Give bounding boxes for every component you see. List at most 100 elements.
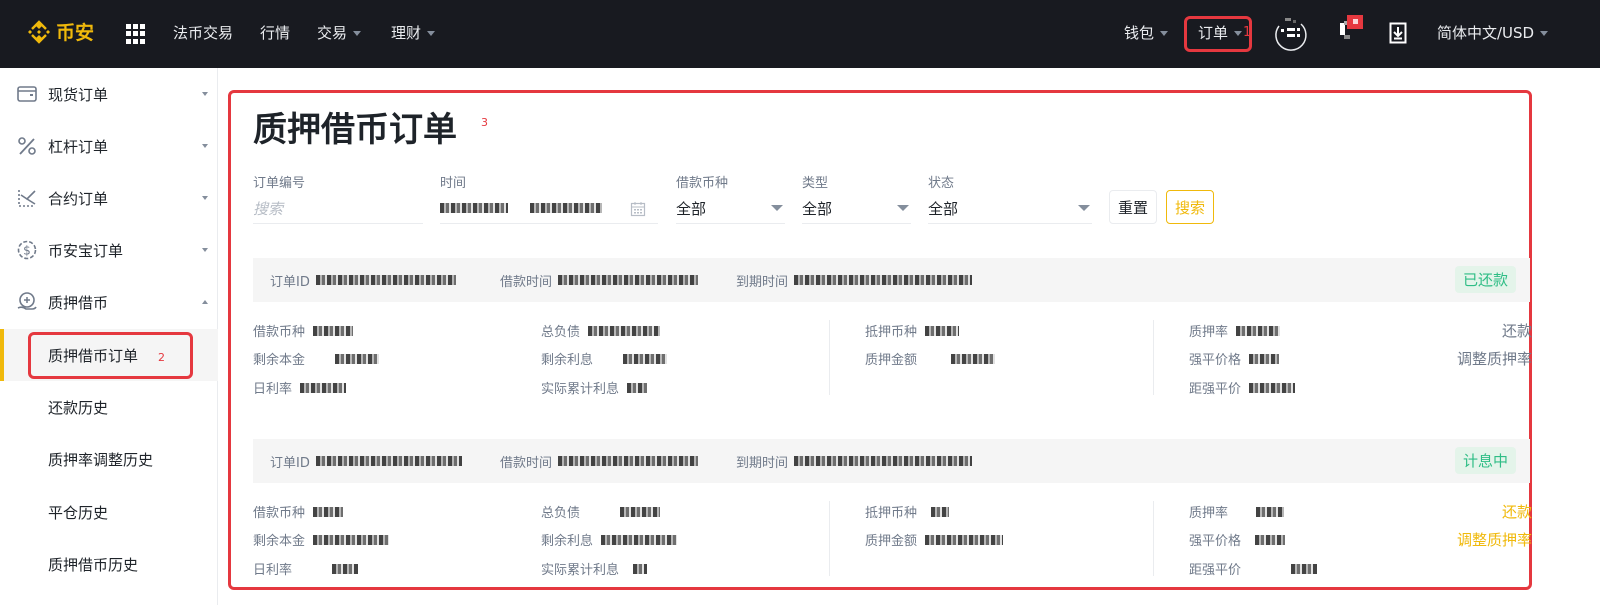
to-liquidation-field: 距强平价 (1189, 378, 1296, 397)
status-select[interactable]: 全部 (928, 193, 1092, 224)
nav-markets[interactable]: 行情 (260, 22, 290, 43)
collateral-amount-field: 质押金额 (865, 349, 996, 368)
accrued-interest-field: 实际累计利息 (541, 378, 648, 397)
status-badge: 计息中 (1454, 447, 1516, 474)
nav-trade[interactable]: 交易 (317, 22, 362, 43)
percent-icon (16, 135, 38, 157)
reset-button[interactable]: 重置 (1109, 190, 1157, 224)
column-divider (1153, 320, 1154, 395)
column-divider (829, 501, 830, 576)
collateral-amount-field: 质押金额 (865, 530, 1004, 549)
sidebar-item-savings-orders[interactable]: $ 币安宝订单 (0, 224, 218, 276)
language-currency-selector[interactable]: 简体中文/USD (1437, 22, 1549, 43)
calendar-icon[interactable] (630, 201, 646, 221)
sidebar-item-spot-orders[interactable]: 现货订单 (0, 68, 218, 120)
loan-orders-highlight-box (28, 332, 193, 379)
ltv-field: 质押率 (1189, 502, 1285, 521)
sidebar-item-label: 现货订单 (48, 85, 109, 104)
order-id-field: 订单ID (270, 271, 456, 290)
nav-finance[interactable]: 理财 (391, 22, 436, 43)
search-label: 搜索 (1174, 198, 1205, 217)
nav-label: 简体中文/USD (1437, 24, 1535, 42)
svg-text:$: $ (23, 244, 31, 258)
adjust-ltv-link[interactable]: 调整质押率 (1457, 529, 1532, 550)
end-date-value (530, 203, 602, 213)
nav-label: 理财 (391, 24, 422, 42)
loan-coin-field: 借款币种 (253, 321, 354, 340)
apps-grid-icon[interactable] (126, 24, 146, 44)
caret-down-icon (897, 205, 909, 211)
sidebar-item-label: 平仓历史 (48, 503, 109, 522)
download-icon[interactable] (1389, 22, 1407, 44)
caret-down-icon (1234, 31, 1243, 36)
nav-orders[interactable]: 订单 1 (1198, 22, 1251, 43)
loan-icon (16, 291, 38, 313)
adjust-ltv-link[interactable]: 调整质押率 (1457, 348, 1532, 369)
caret-down-icon (1160, 31, 1169, 36)
top-navbar: 币安 法币交易 行情 交易 理财 钱包 订单 1 简体中文/USD (0, 0, 1600, 68)
sidebar-item-repay-history[interactable]: 还款历史 (0, 381, 218, 433)
logo-text: 币安 (56, 22, 95, 44)
sidebar-item-ltv-history[interactable]: 质押率调整历史 (0, 433, 218, 485)
page-title: 质押借币订单 (253, 110, 457, 150)
sidebar-item-label: 质押借币历史 (48, 555, 139, 574)
type-value: 全部 (802, 199, 833, 218)
loan-coin-label: 借款币种 (676, 176, 729, 191)
caret-down-icon (202, 144, 208, 148)
binance-logo[interactable]: 币安 (26, 18, 94, 45)
liquidation-price-field: 强平价格 (1189, 349, 1280, 368)
remaining-principal-field: 剩余本金 (253, 530, 390, 549)
sidebar-item-margin-orders[interactable]: 杠杆订单 (0, 120, 218, 172)
sidebar-item-crypto-loans[interactable]: 质押借币 (0, 276, 218, 328)
nav-label: 钱包 (1124, 24, 1155, 42)
caret-down-icon (771, 205, 783, 211)
expire-time-field: 到期时间 (736, 271, 973, 290)
search-button[interactable]: 搜索 (1166, 190, 1214, 224)
remaining-principal-field: 剩余本金 (253, 349, 380, 368)
order-no-placeholder: 搜索 (253, 199, 284, 218)
sidebar: 现货订单 杠杆订单 合约订单 $ 币安宝订单 质押借币 质押借币订单 2 还款历… (0, 68, 218, 605)
caret-down-icon (353, 31, 362, 36)
borrow-time-field: 借款时间 (500, 271, 699, 290)
loan-coin-value: 全部 (676, 199, 707, 218)
caret-down-icon (202, 92, 208, 96)
loan-coin-field: 借款币种 (253, 502, 344, 521)
sidebar-item-loan-history[interactable]: 质押借币历史 (0, 538, 218, 590)
order-card-header: 订单ID 借款时间 到期时间 计息中 (253, 439, 1530, 483)
user-avatar-icon[interactable] (1271, 14, 1309, 52)
daily-rate-field: 日利率 (253, 559, 359, 578)
sidebar-item-label: 质押借币 (48, 293, 109, 312)
sidebar-item-label: 杠杆订单 (48, 137, 109, 156)
time-range-input[interactable] (440, 193, 658, 224)
type-select[interactable]: 全部 (802, 193, 911, 224)
nav-fiat-trade[interactable]: 法币交易 (173, 22, 233, 43)
nav-label: 法币交易 (173, 24, 234, 42)
sidebar-item-label: 还款历史 (48, 398, 109, 417)
binance-logo-icon (28, 19, 50, 44)
dollar-coin-icon: $ (16, 239, 38, 261)
nav-label: 行情 (260, 24, 291, 42)
caret-down-icon (202, 248, 208, 252)
repay-link[interactable]: 还款 (1502, 320, 1532, 341)
repay-link[interactable]: 还款 (1502, 501, 1532, 522)
notification-icon[interactable] (1336, 13, 1366, 45)
nav-label: 订单 (1198, 24, 1229, 42)
caret-down-icon (1078, 205, 1090, 211)
order-no-search-input[interactable]: 搜索 (253, 193, 423, 224)
caret-down-icon (1540, 31, 1549, 36)
sidebar-item-label: 质押率调整历史 (48, 450, 154, 469)
nav-wallet[interactable]: 钱包 (1124, 22, 1169, 43)
status-label: 状态 (928, 176, 955, 191)
annotation-mark: 1 (1243, 25, 1252, 40)
remaining-interest-field: 剩余利息 (541, 349, 668, 368)
sidebar-item-liquidation-history[interactable]: 平仓历史 (0, 486, 218, 538)
remaining-interest-field: 剩余利息 (541, 530, 678, 549)
sidebar-item-label: 币安宝订单 (48, 241, 124, 260)
column-divider (829, 320, 830, 395)
loan-coin-select[interactable]: 全部 (676, 193, 785, 224)
sidebar-item-futures-orders[interactable]: 合约订单 (0, 172, 218, 224)
status-badge: 已还款 (1454, 266, 1516, 293)
nav-label: 交易 (317, 24, 348, 42)
expire-time-field: 到期时间 (736, 452, 973, 471)
to-liquidation-field: 距强平价 (1189, 559, 1318, 578)
